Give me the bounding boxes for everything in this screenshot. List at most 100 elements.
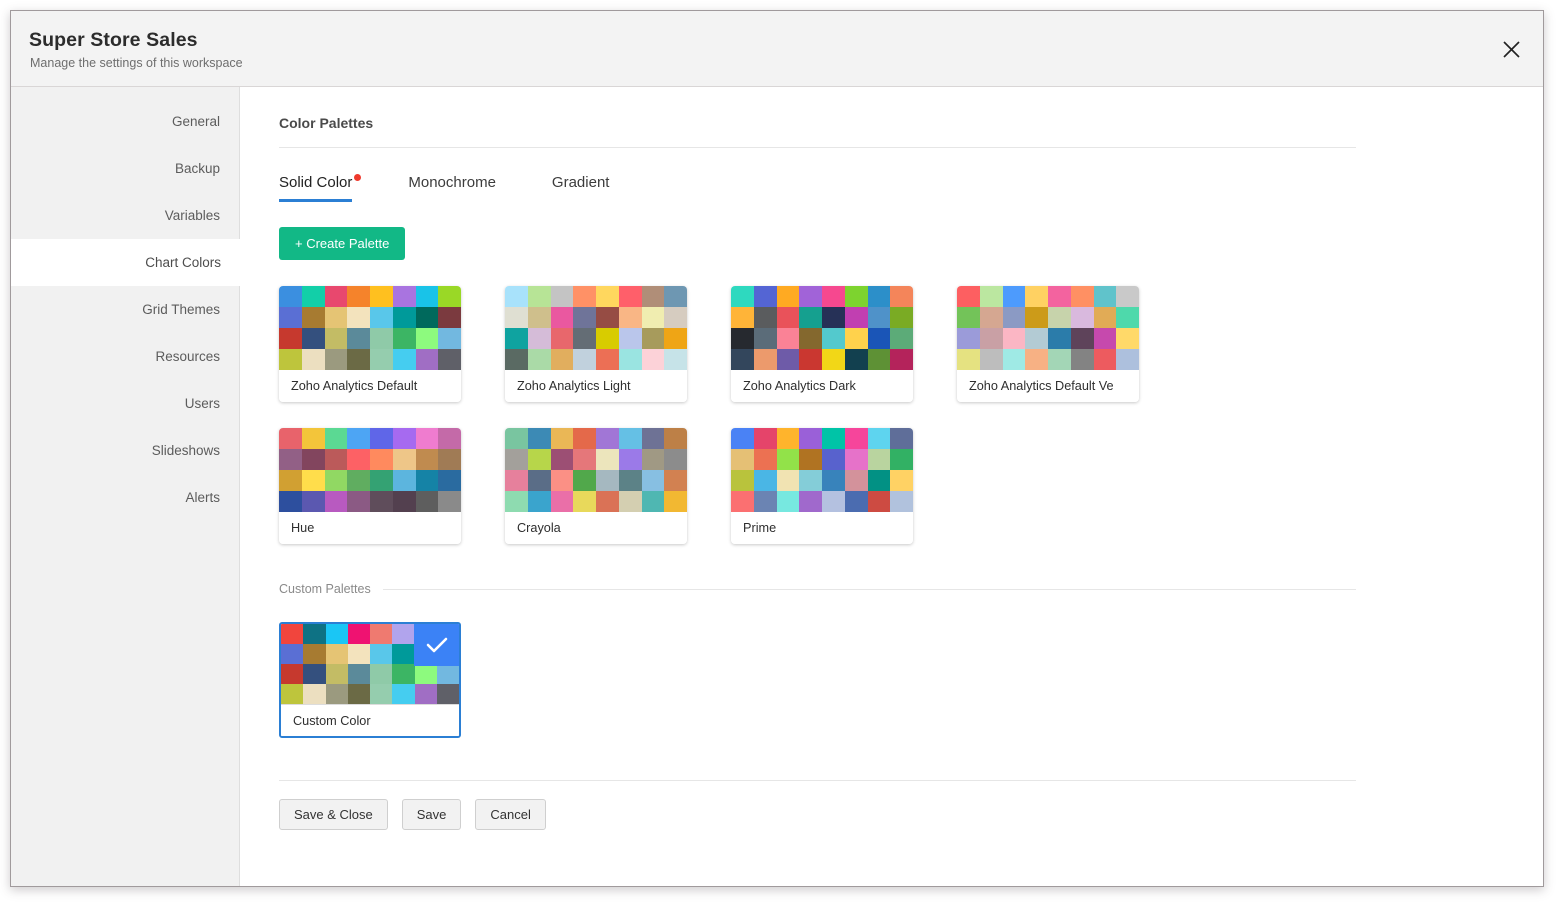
palette-swatch bbox=[527, 349, 551, 370]
palette-swatch bbox=[347, 664, 370, 684]
palette-swatch bbox=[1116, 349, 1139, 370]
palette-swatch bbox=[281, 684, 304, 704]
sidebar-item-label: Users bbox=[184, 396, 220, 411]
palette-card[interactable]: Zoho Analytics Light bbox=[505, 286, 687, 402]
palette-swatch bbox=[957, 328, 980, 349]
cancel-button[interactable]: Cancel bbox=[475, 799, 546, 830]
palette-swatch bbox=[957, 307, 980, 328]
palette-swatch bbox=[596, 428, 619, 449]
palette-swatch bbox=[279, 328, 302, 349]
tab-label: Solid Color bbox=[279, 174, 353, 191]
palette-swatch bbox=[279, 470, 302, 491]
palette-swatch bbox=[392, 349, 416, 370]
palette-swatch bbox=[527, 307, 551, 328]
palette-swatch bbox=[731, 449, 754, 470]
close-icon[interactable] bbox=[1493, 31, 1529, 67]
palette-swatch bbox=[753, 328, 777, 349]
palette-swatch bbox=[641, 428, 665, 449]
palette-swatch bbox=[822, 470, 845, 491]
palette-swatch bbox=[550, 307, 574, 328]
palette-swatch bbox=[799, 307, 822, 328]
palette-swatch bbox=[596, 449, 619, 470]
palette-swatch bbox=[957, 286, 980, 307]
palette-swatch bbox=[664, 307, 687, 328]
tab-gradient[interactable]: Gradient bbox=[552, 174, 610, 202]
palette-swatch bbox=[415, 428, 439, 449]
palette-swatch bbox=[822, 428, 845, 449]
sidebar-item-grid-themes[interactable]: Grid Themes bbox=[11, 286, 239, 333]
palette-swatch bbox=[753, 349, 777, 370]
sidebar-item-chart-colors[interactable]: Chart Colors bbox=[11, 239, 240, 286]
create-palette-button[interactable]: + Create Palette bbox=[279, 227, 406, 260]
palette-swatch bbox=[867, 349, 891, 370]
palette-swatch bbox=[392, 644, 415, 664]
palette-swatch bbox=[1093, 307, 1117, 328]
palette-card[interactable]: Zoho Analytics Default Ve bbox=[957, 286, 1139, 402]
settings-sidebar: General Backup Variables Chart Colors Grid T… bbox=[11, 87, 240, 886]
save-button[interactable]: Save bbox=[401, 799, 462, 830]
tab-monochrome[interactable]: Monochrome bbox=[408, 174, 496, 202]
palette-card[interactable]: Crayola bbox=[505, 428, 687, 544]
palette-swatch bbox=[392, 286, 416, 307]
sidebar-item-general[interactable]: General bbox=[11, 98, 239, 145]
palette-swatch bbox=[415, 491, 439, 512]
sidebar-item-users[interactable]: Users bbox=[11, 380, 239, 427]
palette-swatch bbox=[573, 491, 596, 512]
palette-swatch bbox=[301, 428, 325, 449]
palette-card[interactable]: Hue bbox=[279, 428, 461, 544]
palette-swatch bbox=[370, 491, 393, 512]
palette-card[interactable]: Custom Color bbox=[279, 622, 461, 738]
sidebar-item-variables[interactable]: Variables bbox=[11, 192, 239, 239]
palette-swatch bbox=[281, 624, 304, 644]
sidebar-item-backup[interactable]: Backup bbox=[11, 145, 239, 192]
palette-swatch bbox=[392, 449, 416, 470]
palette-swatch bbox=[325, 684, 348, 704]
palette-swatch bbox=[844, 470, 868, 491]
palette-card[interactable]: Zoho Analytics Dark bbox=[731, 286, 913, 402]
palette-swatch bbox=[618, 286, 642, 307]
palette-swatch bbox=[279, 286, 302, 307]
palette-swatch bbox=[527, 328, 551, 349]
palette-swatch bbox=[303, 684, 326, 704]
palette-swatch bbox=[438, 307, 461, 328]
palette-swatch bbox=[370, 428, 393, 449]
palette-swatch bbox=[550, 349, 574, 370]
palette-swatch bbox=[664, 428, 687, 449]
palette-swatch bbox=[438, 286, 461, 307]
palette-swatch bbox=[641, 286, 665, 307]
palette-swatch bbox=[1048, 328, 1071, 349]
custom-palettes-label: Custom Palettes bbox=[279, 582, 371, 596]
palette-swatch bbox=[753, 470, 777, 491]
palette-swatch bbox=[979, 307, 1003, 328]
palette-swatch-grid bbox=[279, 428, 461, 512]
palette-swatch bbox=[438, 349, 461, 370]
sidebar-item-slideshows[interactable]: Slideshows bbox=[11, 427, 239, 474]
palette-swatch bbox=[979, 328, 1003, 349]
palette-swatch bbox=[664, 449, 687, 470]
sidebar-item-label: Backup bbox=[174, 161, 220, 176]
sidebar-item-label: Alerts bbox=[185, 490, 220, 505]
palette-swatch bbox=[664, 328, 687, 349]
palette-swatch bbox=[731, 307, 754, 328]
sidebar-item-resources[interactable]: Resources bbox=[11, 333, 239, 380]
sidebar-item-label: Slideshows bbox=[151, 443, 220, 458]
palette-swatch bbox=[347, 328, 370, 349]
palette-swatch bbox=[573, 286, 596, 307]
footer-buttons: Save & Close Save Cancel bbox=[279, 799, 1543, 830]
sidebar-item-label: General bbox=[171, 114, 220, 129]
palette-swatch bbox=[641, 328, 665, 349]
title-divider bbox=[279, 147, 1356, 148]
palette-card[interactable]: Prime bbox=[731, 428, 913, 544]
save-close-button[interactable]: Save & Close bbox=[279, 799, 388, 830]
sidebar-item-alerts[interactable]: Alerts bbox=[11, 474, 239, 521]
tab-solid-color[interactable]: Solid Color bbox=[279, 174, 362, 202]
palette-swatch bbox=[527, 470, 551, 491]
palette-swatch bbox=[436, 684, 459, 704]
palette-swatch bbox=[776, 286, 800, 307]
palette-card[interactable]: Zoho Analytics Default bbox=[279, 286, 461, 402]
palette-swatch bbox=[799, 449, 822, 470]
palette-swatch bbox=[301, 349, 325, 370]
palette-row-primary: Zoho Analytics Default Zoho Analytics Lig… bbox=[279, 286, 1543, 402]
palette-swatch bbox=[324, 491, 348, 512]
palette-swatch bbox=[822, 286, 845, 307]
